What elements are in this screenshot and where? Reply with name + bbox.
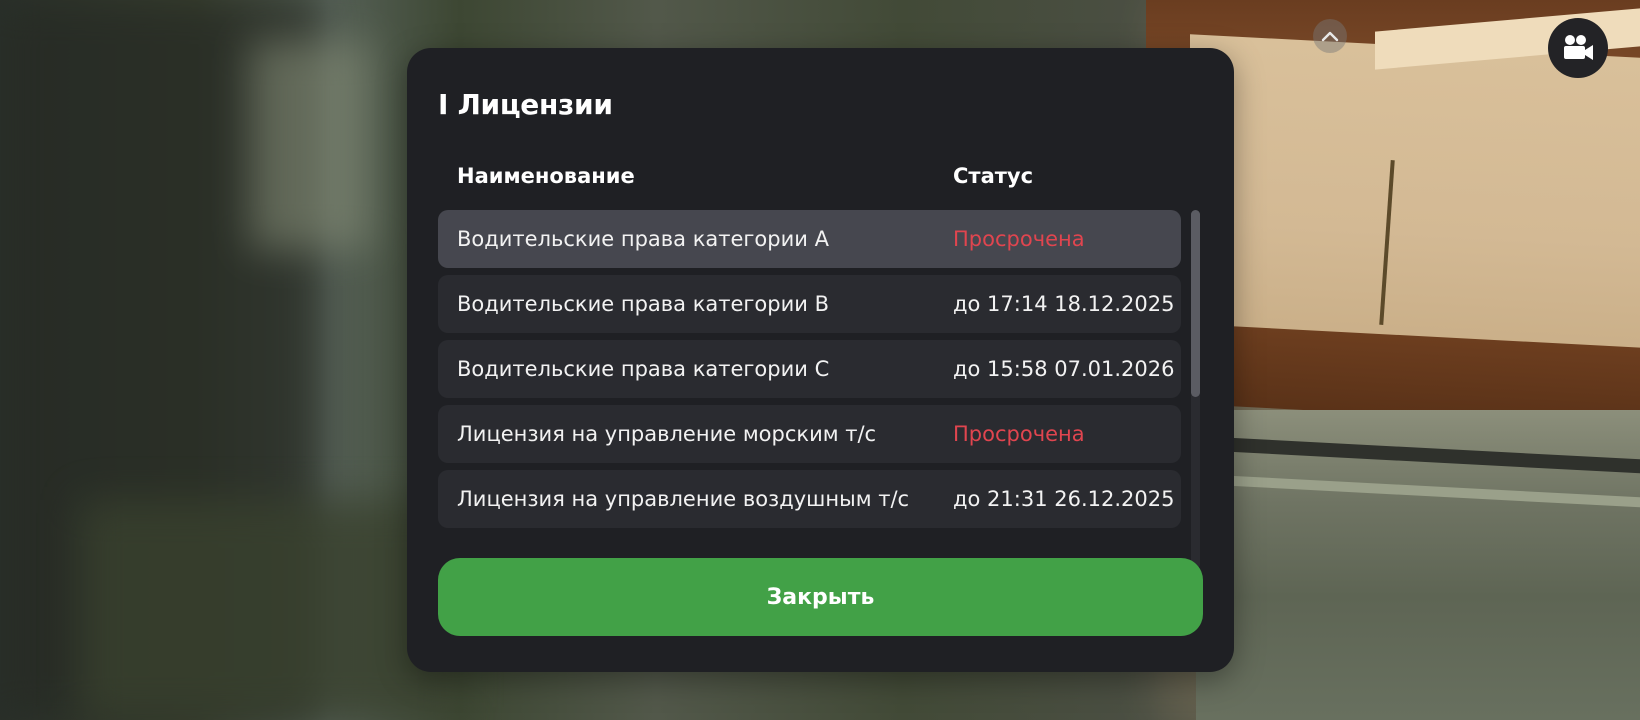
license-row[interactable]: Водительские права категории A Просрочен… [438,210,1181,268]
scrollbar-thumb[interactable] [1191,210,1200,397]
video-camera-icon [1564,35,1593,60]
column-header-name: Наименование [457,164,635,188]
license-status: Просрочена [953,227,1085,251]
license-name: Лицензия на управление воздушным т/с [457,487,910,511]
collapse-button[interactable] [1313,19,1347,53]
license-row[interactable]: Водительские права категории C до 15:58 … [438,340,1181,398]
license-name: Водительские права категории B [457,292,829,316]
license-name: Водительские права категории A [457,227,829,251]
dialog-title: I Лицензии [438,88,613,121]
license-name: Водительские права категории C [457,357,830,381]
license-status: до 21:31 26.12.2025 [953,487,1175,511]
license-status: до 15:58 07.01.2026 [953,357,1175,381]
license-status: Просрочена [953,422,1085,446]
license-name: Лицензия на управление морским т/с [457,422,877,446]
license-row[interactable]: Водительские права категории B до 17:14 … [438,275,1181,333]
license-row[interactable]: Лицензия на управление воздушным т/с до … [438,470,1181,528]
licenses-list[interactable]: Водительские права категории A Просрочен… [438,210,1181,569]
camera-button[interactable] [1548,18,1608,78]
chevron-up-icon [1321,31,1339,42]
scene-wall [1190,34,1640,368]
license-status: до 17:14 18.12.2025 [953,292,1175,316]
background-blur-bottom [80,500,460,720]
close-button[interactable]: Закрыть [438,558,1203,636]
background-blur-light [250,40,370,250]
list-scrollbar[interactable] [1191,210,1200,569]
license-row[interactable]: Лицензия на управление морским т/с Проср… [438,405,1181,463]
column-header-status: Статус [953,164,1034,188]
licenses-dialog: I Лицензии Наименование Статус Водительс… [407,48,1234,672]
